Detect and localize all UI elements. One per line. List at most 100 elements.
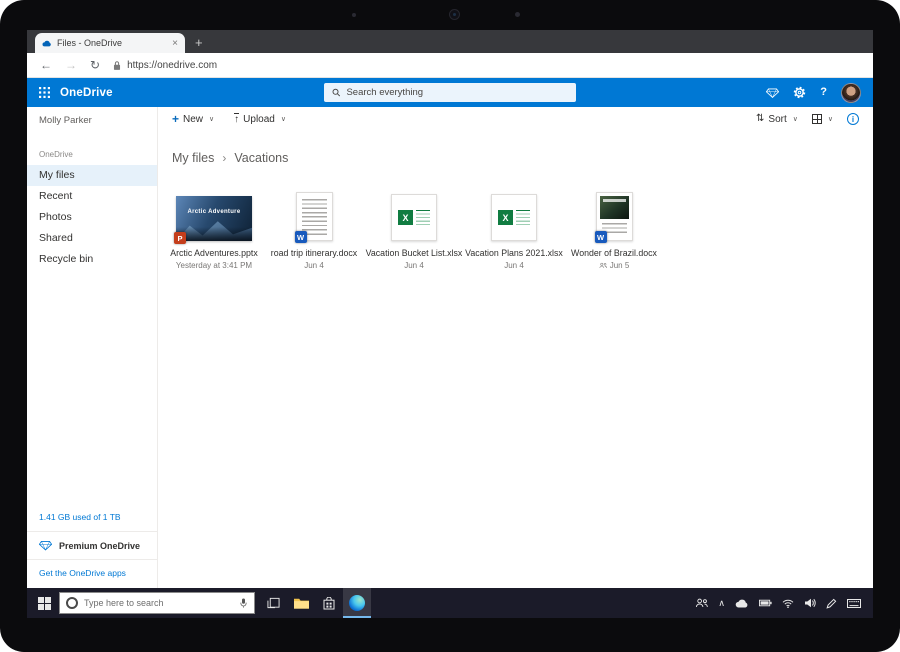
thumbnail-wrap: Arctic Adventure P xyxy=(176,187,252,241)
system-tray: ∧ xyxy=(695,598,873,609)
info-button[interactable]: i xyxy=(847,113,859,125)
file-explorer-icon[interactable] xyxy=(287,588,315,618)
onedrive-favicon-icon xyxy=(42,40,52,47)
upload-label: Upload xyxy=(243,114,275,125)
sort-button[interactable]: ⇅ Sort ∨ xyxy=(756,114,798,125)
new-label: New xyxy=(183,114,203,125)
camera xyxy=(449,9,460,20)
browser-address-bar: ← → ↻ https://onedrive.com xyxy=(27,53,873,78)
sidebar-item-recent[interactable]: Recent xyxy=(27,186,157,207)
xlsx-thumbnail: X xyxy=(491,194,537,241)
touch-keyboard-icon[interactable] xyxy=(847,599,861,608)
storage-status[interactable]: 1.41 GB used of 1 TB xyxy=(27,505,157,531)
microsoft-store-icon[interactable] xyxy=(315,588,343,618)
command-bar-right: ⇅ Sort ∨ ∨ i xyxy=(756,113,859,125)
breadcrumb-my-files[interactable]: My files xyxy=(172,151,214,165)
lock-icon xyxy=(113,60,121,71)
taskbar-search-input[interactable] xyxy=(84,598,233,608)
search-input[interactable] xyxy=(346,87,568,98)
volume-icon[interactable] xyxy=(804,598,816,608)
thumbnail-cover-image xyxy=(600,196,629,219)
file-tile-road-trip-itinerary[interactable]: W road trip itinerary.docx Jun 4 xyxy=(264,187,364,270)
battery-icon[interactable] xyxy=(759,599,772,607)
people-icon[interactable] xyxy=(695,598,708,608)
file-date: Jun 4 xyxy=(304,261,324,270)
task-view-button[interactable] xyxy=(259,588,287,618)
device-frame: Files - OneDrive × + ← → ↻ https://onedr… xyxy=(0,0,900,652)
screen: Files - OneDrive × + ← → ↻ https://onedr… xyxy=(27,30,873,618)
sidebar-section-label: OneDrive xyxy=(27,150,157,165)
edge-logo xyxy=(349,595,365,611)
file-tile-vacation-plans-2021[interactable]: X Vacation Plans 2021.xlsx Jun 4 xyxy=(464,187,564,270)
file-name: road trip itinerary.docx xyxy=(271,248,357,258)
thumbnail-wrap: W xyxy=(296,187,333,241)
upload-button[interactable]: ↑ Upload ∨ xyxy=(234,113,286,125)
file-tile-wonder-of-brazil[interactable]: W Wonder of Brazil.docx Jun 5 xyxy=(564,187,664,270)
microphone-icon[interactable] xyxy=(239,597,248,609)
mic-dot xyxy=(515,12,520,17)
file-date: Yesterday at 3:41 PM xyxy=(176,261,252,270)
get-apps-link[interactable]: Get the OneDrive apps xyxy=(27,559,157,588)
chevron-up-icon[interactable]: ∧ xyxy=(718,598,725,609)
app-title: OneDrive xyxy=(60,87,113,99)
tab-title: Files - OneDrive xyxy=(57,38,167,48)
command-bar: + New ∨ ↑ Upload ∨ ⇅ Sort ∨ xyxy=(158,107,873,131)
avatar[interactable] xyxy=(841,83,861,103)
chevron-down-icon: ∨ xyxy=(828,115,833,123)
excel-table-lines xyxy=(416,210,430,225)
chevron-down-icon: ∨ xyxy=(281,115,286,123)
search-box[interactable] xyxy=(324,83,576,102)
sort-icon: ⇅ xyxy=(756,114,764,124)
file-tile-vacation-bucket-list[interactable]: X Vacation Bucket List.xlsx Jun 4 xyxy=(364,187,464,270)
file-name: Vacation Bucket List.xlsx xyxy=(366,248,463,258)
network-icon[interactable] xyxy=(782,599,794,608)
settings-gear-icon[interactable] xyxy=(793,86,806,99)
help-icon[interactable]: ? xyxy=(820,87,827,98)
file-grid: Arctic Adventure P Arctic Adventures.ppt… xyxy=(158,165,873,270)
docx-thumbnail: W xyxy=(296,192,333,241)
refresh-button[interactable]: ↻ xyxy=(90,59,100,71)
chevron-down-icon: ∨ xyxy=(209,115,214,123)
excel-icon: X xyxy=(498,210,513,225)
forward-button[interactable]: → xyxy=(65,59,77,71)
taskbar-search-box[interactable] xyxy=(59,592,255,614)
premium-diamond-icon xyxy=(39,540,52,551)
thumbnail-shade xyxy=(176,227,252,241)
premium-onedrive-link[interactable]: Premium OneDrive xyxy=(27,531,157,559)
url-field[interactable]: https://onedrive.com xyxy=(113,60,217,71)
sidebar-item-recycle-bin[interactable]: Recycle bin xyxy=(27,249,157,270)
excel-icon: X xyxy=(398,210,413,225)
sidebar-item-my-files[interactable]: My files xyxy=(27,165,157,186)
app-launcher-icon[interactable] xyxy=(39,87,50,98)
account-name: Molly Parker xyxy=(27,107,157,130)
browser-tab[interactable]: Files - OneDrive × xyxy=(35,33,185,53)
pen-icon[interactable] xyxy=(826,598,837,609)
premium-diamond-icon[interactable] xyxy=(766,88,779,98)
file-date: Jun 5 xyxy=(599,261,630,270)
sidebar-item-shared[interactable]: Shared xyxy=(27,228,157,249)
browser-tab-bar: Files - OneDrive × + xyxy=(27,30,873,53)
file-date: Jun 4 xyxy=(404,261,424,270)
taskbar-apps xyxy=(259,588,371,618)
shared-people-icon xyxy=(599,262,607,269)
view-toggle-button[interactable]: ∨ xyxy=(812,114,833,124)
edge-icon[interactable] xyxy=(343,588,371,618)
sidebar: Molly Parker OneDrive My files Recent Ph… xyxy=(27,107,158,588)
word-icon: W xyxy=(595,231,607,243)
file-tile-arctic-adventures[interactable]: Arctic Adventure P Arctic Adventures.ppt… xyxy=(164,187,264,270)
close-tab-icon[interactable]: × xyxy=(172,38,178,49)
grid-view-icon xyxy=(812,114,822,124)
main-content: + New ∨ ↑ Upload ∨ ⇅ Sort ∨ xyxy=(158,107,873,588)
sort-label: Sort xyxy=(768,114,786,125)
header-actions: ? xyxy=(766,83,863,103)
search-icon xyxy=(332,88,340,97)
taskbar: ∧ xyxy=(27,588,873,618)
new-button[interactable]: + New ∨ xyxy=(172,113,214,125)
sidebar-item-photos[interactable]: Photos xyxy=(27,207,157,228)
powerpoint-icon: P xyxy=(174,232,186,244)
back-button[interactable]: ← xyxy=(40,59,52,71)
breadcrumb-separator-icon: › xyxy=(222,151,226,165)
start-button[interactable] xyxy=(29,588,59,618)
new-tab-button[interactable]: + xyxy=(195,35,203,53)
onedrive-cloud-icon[interactable] xyxy=(735,599,749,608)
